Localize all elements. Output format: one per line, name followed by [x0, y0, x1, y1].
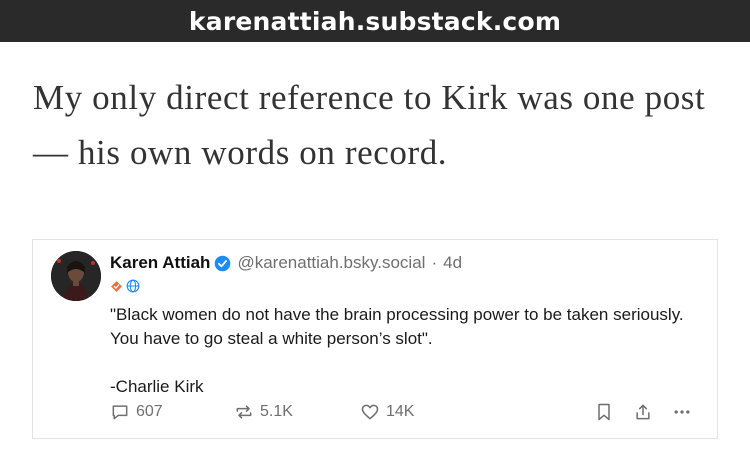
repost-icon [236, 405, 252, 419]
repost-button[interactable]: 5.1K [234, 400, 293, 424]
embedded-post-card[interactable]: Karen Attiah @karenattiah.bsky.social · … [32, 239, 718, 439]
orange-badge-icon [110, 280, 123, 298]
separator-dot: · [431, 253, 438, 272]
globe-icon [126, 279, 140, 298]
like-icon [361, 404, 379, 420]
author-name[interactable]: Karen Attiah [110, 253, 210, 273]
article-paragraph: My only direct reference to Kirk was one… [33, 70, 733, 180]
post-body: "Black women do not have the brain proce… [110, 303, 700, 399]
reply-count: 607 [136, 403, 163, 420]
more-icon [674, 410, 690, 414]
address-bar[interactable]: karenattiah.substack.com [0, 0, 750, 42]
url-text: karenattiah.substack.com [188, 6, 562, 36]
article-line-2: — his own words on record. [33, 133, 448, 172]
avatar[interactable] [51, 251, 101, 301]
more-options-button[interactable] [672, 400, 692, 424]
share-button[interactable] [633, 400, 653, 424]
like-count: 14K [386, 403, 415, 420]
avatar-photo [51, 251, 101, 301]
post-header: Karen Attiah @karenattiah.bsky.social · … [110, 253, 462, 273]
repost-count: 5.1K [260, 403, 293, 420]
post-quote-text: "Black women do not have the brain proce… [110, 305, 684, 348]
post-timestamp[interactable]: 4d [443, 253, 462, 273]
share-icon [636, 404, 650, 420]
article-line-1: My only direct reference to Kirk was one… [33, 78, 706, 117]
post-signature: -Charlie Kirk [110, 377, 204, 396]
bookmark-button[interactable] [594, 400, 614, 424]
author-handle[interactable]: @karenattiah.bsky.social [237, 253, 425, 273]
bookmark-icon [598, 403, 610, 421]
reply-icon [112, 405, 128, 420]
post-actions: 607 5.1K 14K [110, 400, 700, 424]
badges-row [110, 279, 140, 298]
like-button[interactable]: 14K [360, 400, 414, 424]
reply-button[interactable]: 607 [110, 400, 163, 424]
verified-icon [214, 255, 231, 272]
